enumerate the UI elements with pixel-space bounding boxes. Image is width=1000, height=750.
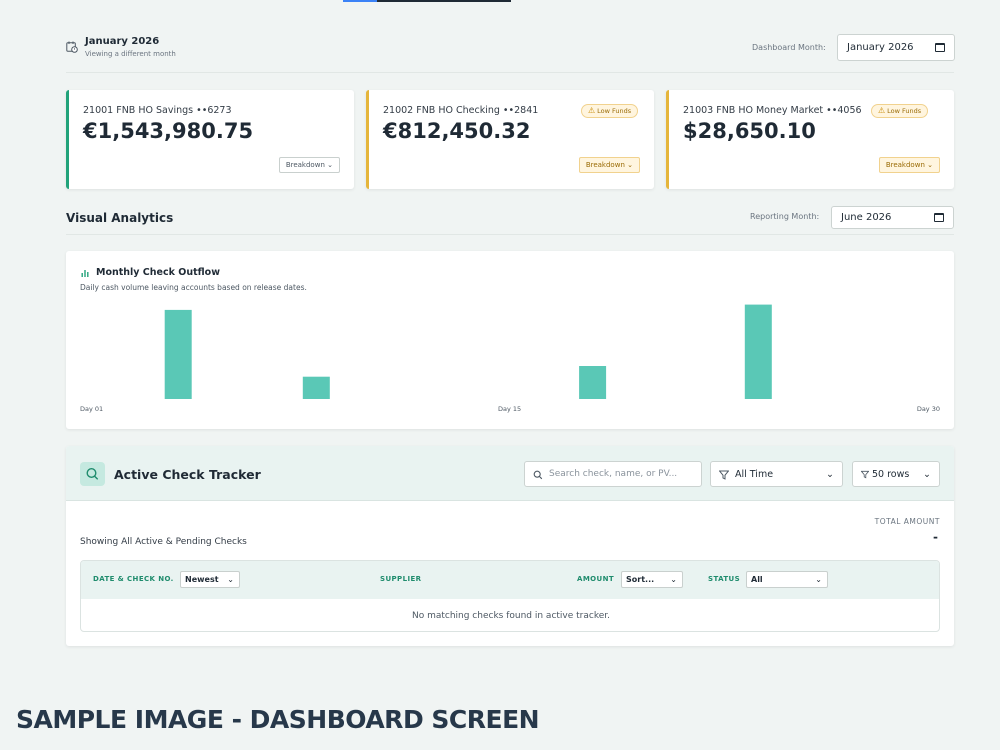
- dashboard-month-input[interactable]: January 2026: [837, 34, 955, 61]
- reporting-month-input[interactable]: June 2026: [831, 206, 954, 229]
- time-filter-select[interactable]: All Time ⌄: [710, 461, 843, 487]
- account-card-money-market: 21003 FNB HO Money Market ••4056 ⚠ Low Fu…: [666, 90, 954, 189]
- search-icon: [86, 467, 98, 480]
- section-title: Visual Analytics: [66, 211, 174, 225]
- search-input[interactable]: [549, 466, 697, 482]
- tracker-title: Active Check Tracker: [114, 467, 261, 482]
- amount-sort-select[interactable]: Sort... ⌄: [621, 571, 683, 588]
- account-card-savings: 21001 FNB HO Savings ••6273 €1,543,980.7…: [66, 90, 354, 189]
- breakdown-button[interactable]: Breakdown ⌄: [578, 157, 640, 173]
- showing-text: Showing All Active & Pending Checks: [80, 537, 247, 547]
- chevron-down-icon: ⌄: [670, 575, 677, 584]
- chart-bar-3: [579, 366, 607, 399]
- column-status: STATUS: [708, 575, 741, 583]
- sample-watermark: SAMPLE IMAGE - DASHBOARD SCREEN: [16, 705, 540, 734]
- x-tick-label: Day 15: [498, 405, 522, 413]
- chevron-down-icon: ⌄: [826, 469, 834, 480]
- check-tracker: Active Check Tracker All Time ⌄ 50 rows …: [66, 446, 954, 646]
- account-name: 21002 FNB HO Checking ••2841: [383, 105, 539, 116]
- column-amount: AMOUNT: [577, 575, 615, 583]
- calendar-clock-icon: [66, 41, 78, 53]
- x-tick-label: Day 01: [80, 405, 104, 413]
- month-title: January 2026: [85, 36, 160, 47]
- chart-bar-2: [302, 376, 330, 399]
- active-tab-indicator: [343, 0, 377, 2]
- divider: [66, 234, 954, 235]
- table-header: DATE & CHECK NO. Newest ⌄ SUPPLIER AMOUN…: [81, 561, 939, 599]
- top-tab-indicator: [343, 0, 511, 2]
- rows-filter-value: 50 rows: [872, 469, 910, 480]
- chart-bar-4: [744, 304, 772, 399]
- chevron-down-icon: ⌄: [927, 161, 933, 169]
- status-filter-select[interactable]: All ⌄: [746, 571, 828, 588]
- chevron-down-icon: ⌄: [627, 161, 633, 169]
- reporting-month-label: Reporting Month:: [750, 212, 820, 221]
- empty-state-message: No matching checks found in active track…: [411, 611, 611, 621]
- search-field[interactable]: [524, 461, 702, 487]
- rows-filter-select[interactable]: 50 rows ⌄: [852, 461, 940, 487]
- account-card-checking: 21002 FNB HO Checking ••2841 ⚠ Low Funds …: [366, 90, 654, 189]
- filter-icon: [861, 470, 869, 479]
- chevron-down-icon: ⌄: [227, 575, 234, 584]
- x-tick-label: Day 30: [916, 405, 940, 413]
- total-amount-label: TOTAL AMOUNT: [874, 517, 940, 526]
- account-name: 21001 FNB HO Savings ••6273: [83, 105, 232, 116]
- column-supplier[interactable]: SUPPLIER: [380, 575, 421, 583]
- breakdown-button[interactable]: Breakdown ⌄: [878, 157, 940, 173]
- month-header: January 2026 Viewing a different month D…: [66, 34, 955, 73]
- account-name: 21003 FNB HO Money Market ••4056: [683, 105, 862, 116]
- total-amount-value: -: [933, 530, 938, 544]
- chart-bar-1: [164, 309, 192, 399]
- search-icon: [533, 470, 543, 480]
- dashboard-month-label: Dashboard Month:: [752, 43, 826, 52]
- account-balance: €1,543,980.75: [83, 119, 254, 143]
- filter-icon: [719, 470, 729, 480]
- time-filter-value: All Time: [735, 469, 774, 480]
- checks-table: DATE & CHECK NO. Newest ⌄ SUPPLIER AMOUN…: [80, 560, 940, 632]
- chart-card: Monthly Check Outflow Daily cash volume …: [66, 251, 954, 429]
- date-sort-value: Newest: [185, 575, 219, 584]
- dashboard-month-value: January 2026: [847, 42, 914, 53]
- chevron-down-icon: ⌄: [327, 161, 333, 169]
- warning-icon: ⚠: [878, 106, 886, 115]
- column-date-check: DATE & CHECK NO.: [93, 575, 174, 583]
- amount-sort-value: Sort...: [626, 575, 655, 584]
- date-sort-select[interactable]: Newest ⌄: [180, 571, 240, 588]
- warning-icon: ⚠: [588, 106, 596, 115]
- account-balance: $28,650.10: [683, 119, 816, 143]
- low-funds-badge: ⚠ Low Funds: [871, 104, 929, 118]
- chevron-down-icon: ⌄: [923, 469, 931, 480]
- calendar-icon[interactable]: [935, 43, 945, 52]
- chart-plot: [164, 304, 772, 399]
- chevron-down-icon: ⌄: [815, 575, 822, 584]
- status-filter-value: All: [751, 575, 763, 584]
- breakdown-button[interactable]: Breakdown ⌄: [278, 157, 340, 173]
- tracker-badge: [80, 462, 105, 486]
- account-balance: €812,450.32: [383, 119, 531, 143]
- reporting-month-value: June 2026: [841, 212, 892, 223]
- tracker-header: Active Check Tracker All Time ⌄ 50 rows …: [66, 446, 954, 501]
- low-funds-badge: ⚠ Low Funds: [581, 104, 639, 118]
- calendar-icon[interactable]: [934, 213, 944, 222]
- month-subtitle: Viewing a different month: [85, 50, 176, 58]
